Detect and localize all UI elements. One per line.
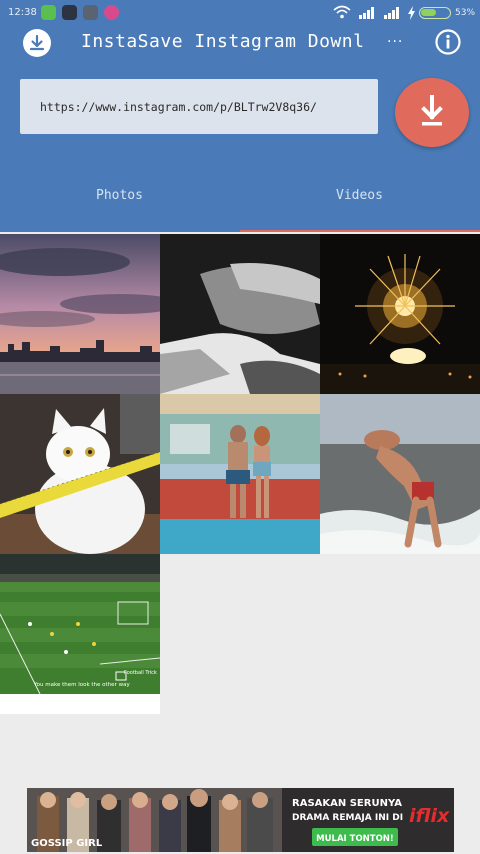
app-logo-icon <box>23 29 51 57</box>
tab-photos[interactable]: Photos <box>96 188 143 203</box>
app-header: InstaSave Instagram Downl ··· Photos Vid… <box>0 26 480 232</box>
gallery-item-bw-photo[interactable] <box>160 234 320 394</box>
gallery-item-cat[interactable] <box>0 394 160 554</box>
soccer-caption: You make them look the other way <box>33 682 130 688</box>
notification-music-icon <box>104 5 119 20</box>
gallery-item-sunset[interactable] <box>0 234 160 394</box>
gallery-item-poolside[interactable] <box>160 394 320 554</box>
ad-tagline-1: RASAKAN SERUNYA <box>292 798 402 809</box>
signal-icon-1 <box>359 7 374 19</box>
info-icon[interactable] <box>434 28 462 56</box>
gallery-item-fireworks[interactable] <box>320 234 480 394</box>
ad-banner[interactable]: GOSSIP GIRL RASAKAN SERUNYA DRAMA REMAJA… <box>27 788 454 852</box>
signal-icon-2 <box>384 7 399 19</box>
notification-message-icon <box>62 5 77 20</box>
status-time: 12:38 <box>8 7 37 18</box>
gallery-item-soccer[interactable]: Football Trick You make them look the ot… <box>0 554 160 694</box>
tab-videos[interactable]: Videos <box>336 188 383 203</box>
tab-indicator <box>240 230 480 232</box>
notification-app-icon <box>41 5 56 20</box>
download-arrow-icon <box>421 95 443 126</box>
wifi-icon <box>333 5 351 19</box>
soccer-watermark: Football Trick <box>124 670 157 676</box>
app-title: InstaSave Instagram Downl <box>81 31 365 52</box>
battery-icon <box>419 7 451 19</box>
gallery-item-beach[interactable] <box>320 394 480 554</box>
overflow-menu-icon[interactable]: ··· <box>387 34 403 50</box>
battery-percent: 53% <box>455 8 476 18</box>
url-input[interactable] <box>20 79 378 134</box>
ad-show-logo: GOSSIP GIRL <box>31 838 103 849</box>
ad-cta-label: MULAI TONTON! <box>316 834 394 844</box>
status-bar: 12:38 53% <box>0 0 480 26</box>
charging-icon <box>408 6 415 20</box>
download-button[interactable] <box>395 78 469 147</box>
ad-tagline-2: DRAMA REMAJA INI DI <box>292 813 403 823</box>
notification-download-icon <box>83 5 98 20</box>
ad-brand-logo: iflix <box>409 805 450 827</box>
